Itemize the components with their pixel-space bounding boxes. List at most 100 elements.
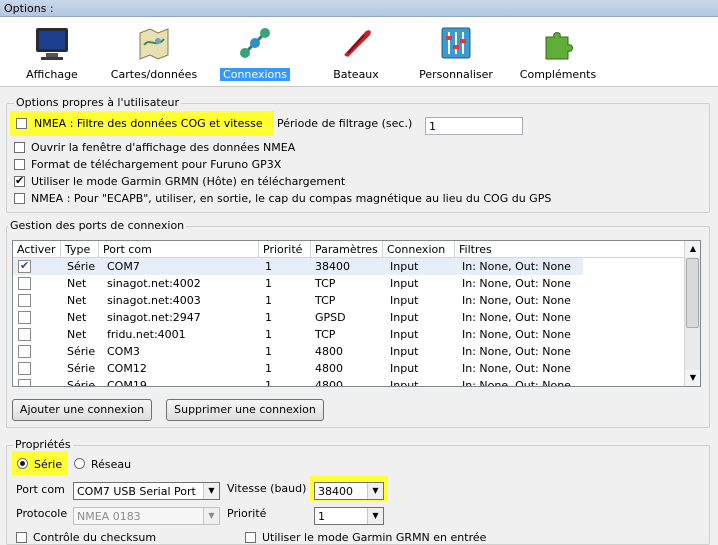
- furuno-label: Format de téléchargement pour Furuno GP3…: [31, 158, 282, 171]
- col-parametres[interactable]: Paramètres: [311, 241, 383, 258]
- row-active-checkbox[interactable]: [18, 259, 31, 273]
- ports-list-scrollbar[interactable]: ▲ ▼: [684, 241, 700, 386]
- row-active-checkbox[interactable]: [18, 294, 31, 307]
- serie-radio[interactable]: [17, 458, 28, 469]
- col-priorite[interactable]: Priorité: [259, 241, 311, 258]
- priority-value: 1: [318, 510, 325, 523]
- row-port: sinagot.net:4002: [107, 277, 201, 290]
- nmea-window-checkbox[interactable]: [14, 142, 25, 153]
- col-type[interactable]: Type: [61, 241, 99, 258]
- table-row[interactable]: Série COM19 1 4800 Input In: None, Out: …: [13, 377, 685, 387]
- row-type: Série: [67, 345, 96, 358]
- row-active-checkbox[interactable]: [18, 328, 31, 341]
- row-type: Série: [67, 379, 96, 387]
- chart-map-icon: [139, 28, 169, 60]
- table-row[interactable]: Série COM7 1 38400 Input In: None, Out: …: [13, 258, 583, 275]
- window-titlebar: Options :: [0, 0, 718, 17]
- port-com-value: COM7 USB Serial Port: [77, 485, 196, 498]
- row-active-checkbox[interactable]: [18, 379, 31, 386]
- row-type: Net: [67, 311, 87, 324]
- tab-personnaliser[interactable]: Personnaliser: [414, 17, 498, 87]
- reseau-radio[interactable]: [74, 458, 85, 469]
- row-port: COM12: [107, 362, 147, 375]
- furuno-checkbox[interactable]: [14, 159, 25, 170]
- protocol-label: Protocole: [16, 507, 68, 520]
- col-filtres[interactable]: Filtres: [455, 241, 585, 258]
- row-filters: In: None, Out: None: [462, 362, 571, 375]
- ports-list-header: Activer Type Port com Priorité Paramètre…: [13, 241, 685, 258]
- row-port: sinagot.net:4003: [107, 294, 201, 307]
- tab-bateaux-label: Bateaux: [333, 68, 379, 81]
- tab-connexions[interactable]: Connexions: [220, 17, 290, 87]
- baud-select[interactable]: 38400 ▼: [314, 482, 384, 500]
- connection-nodes-icon: [240, 28, 270, 58]
- window-title: Options :: [4, 2, 54, 15]
- reseau-radio-label: Réseau: [91, 458, 132, 471]
- col-port-com[interactable]: Port com: [99, 241, 259, 258]
- row-params: GPSD: [315, 311, 346, 324]
- ports-title: Gestion des ports de connexion: [8, 219, 187, 232]
- row-params: TCP: [315, 277, 336, 290]
- scroll-down-icon[interactable]: ▼: [685, 370, 700, 386]
- tab-cartes-label: Cartes/données: [110, 68, 198, 81]
- tab-cartes[interactable]: Cartes/données: [106, 17, 202, 87]
- chevron-down-icon: ▼: [203, 508, 219, 524]
- row-active-checkbox[interactable]: [18, 311, 31, 324]
- row-active-checkbox[interactable]: [18, 277, 31, 290]
- table-row[interactable]: Série COM12 1 4800 Input In: None, Out: …: [13, 360, 685, 377]
- row-priority: 1: [265, 345, 272, 358]
- baud-value: 38400: [318, 485, 353, 498]
- col-activer[interactable]: Activer: [13, 241, 61, 258]
- priority-label: Priorité: [227, 507, 267, 520]
- protocol-select[interactable]: NMEA 0183 ▼: [73, 507, 220, 525]
- table-row[interactable]: Net fridu.net:4001 1 TCP Input In: None,…: [13, 326, 685, 343]
- scroll-thumb[interactable]: [686, 258, 699, 328]
- filter-period-input[interactable]: 1: [425, 117, 523, 135]
- port-com-label: Port com: [16, 483, 65, 496]
- tab-personnaliser-label: Personnaliser: [419, 68, 493, 81]
- sliders-icon: [441, 27, 471, 59]
- tab-bateaux[interactable]: Bateaux: [326, 17, 386, 87]
- ecapb-checkbox[interactable]: [14, 193, 25, 204]
- row-connection: Input: [390, 345, 419, 358]
- row-active-checkbox[interactable]: [18, 345, 31, 358]
- row-priority: 1: [265, 294, 272, 307]
- nmea-filter-label: NMEA : Filtre des données COG et vitesse: [34, 117, 263, 130]
- row-priority: 1: [265, 277, 272, 290]
- tab-affichage[interactable]: Affichage: [20, 17, 84, 87]
- puzzle-icon: [545, 32, 573, 60]
- remove-connection-button[interactable]: Supprimer une connexion: [166, 399, 324, 421]
- table-row[interactable]: Série COM3 1 4800 Input In: None, Out: N…: [13, 343, 685, 360]
- row-priority: 1: [265, 379, 272, 387]
- table-row[interactable]: Net sinagot.net:4003 1 TCP Input In: Non…: [13, 292, 685, 309]
- nmea-filter-checkbox[interactable]: [16, 118, 27, 129]
- row-params: 4800: [315, 345, 343, 358]
- port-com-select[interactable]: COM7 USB Serial Port ▼: [73, 482, 220, 500]
- row-params: TCP: [315, 328, 336, 341]
- row-active-checkbox[interactable]: [18, 362, 31, 375]
- row-port: fridu.net:4001: [107, 328, 186, 341]
- row-params: TCP: [315, 294, 336, 307]
- garmin-host-checkbox[interactable]: [14, 174, 25, 187]
- table-row[interactable]: Net sinagot.net:4002 1 TCP Input In: Non…: [13, 275, 685, 292]
- row-filters: In: None, Out: None: [462, 345, 571, 358]
- priority-select[interactable]: 1 ▼: [314, 507, 384, 525]
- table-row[interactable]: Net sinagot.net:2947 1 GPSD Input In: No…: [13, 309, 685, 326]
- tab-complements[interactable]: Compléments: [514, 17, 602, 87]
- row-priority: 1: [265, 311, 272, 324]
- scroll-up-icon[interactable]: ▲: [685, 241, 700, 257]
- boat-icon: [344, 30, 371, 57]
- properties-title: Propriétés: [13, 438, 73, 451]
- row-filters: In: None, Out: None: [462, 277, 571, 290]
- row-type: Net: [67, 277, 87, 290]
- row-filters: In: None, Out: None: [462, 379, 571, 387]
- row-port: sinagot.net:2947: [107, 311, 201, 324]
- tab-affichage-label: Affichage: [26, 68, 78, 81]
- row-type: Net: [67, 328, 87, 341]
- ports-list[interactable]: Activer Type Port com Priorité Paramètre…: [12, 240, 701, 387]
- add-connection-button[interactable]: Ajouter une connexion: [12, 399, 152, 421]
- monitor-icon: [36, 28, 68, 60]
- row-type: Net: [67, 294, 87, 307]
- tab-connexions-label: Connexions: [220, 68, 290, 81]
- col-connexion[interactable]: Connexion: [383, 241, 455, 258]
